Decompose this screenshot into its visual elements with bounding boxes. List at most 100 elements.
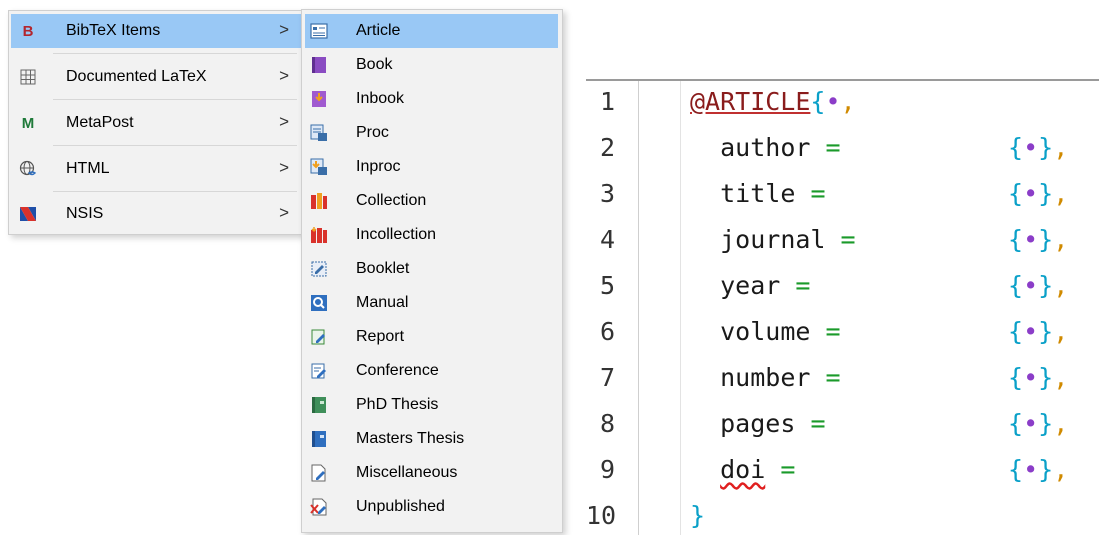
fold-margin-divider [680,81,681,535]
inbook-icon [312,91,326,107]
line-number: 4 [600,225,616,254]
line-number: 7 [600,363,616,392]
chevron-right-icon: > [279,20,289,39]
submenu-item-label: Collection [356,192,427,209]
miscellaneous-icon [311,464,326,482]
field-name: doi [720,455,766,484]
submenu-item-conference[interactable]: Conference [305,354,558,388]
menu-separator [53,53,297,54]
menu-item-label: BibTeX Items [66,22,161,39]
conference-icon [311,363,326,379]
code-line-7[interactable]: number = [690,363,840,392]
submenu-item-label: Booklet [356,260,410,277]
field-value[interactable]: {•}, [1008,409,1068,438]
bibtex-b-icon: B [22,22,34,40]
submenu-item-miscellaneous[interactable]: Miscellaneous [305,456,558,490]
chevron-right-icon: > [279,112,289,131]
nsis-icon [19,205,37,223]
submenu-item-unpublished[interactable]: Unpublished [305,490,558,524]
menu-item-html[interactable]: HTML > [11,152,301,186]
booklet-icon [311,261,327,277]
submenu-item-manual[interactable]: Manual [305,286,558,320]
field-name: volume [720,317,811,346]
field-value[interactable]: {•}, [1008,363,1068,392]
menu-item-label: NSIS [66,205,104,222]
code-line-8[interactable]: pages = [690,409,825,438]
metapost-m-icon: M [21,114,35,132]
bibtex-items-submenu: Article Book Inbook Proc Inproc Collecti… [301,9,563,533]
submenu-item-label: Conference [356,362,439,379]
collection-icon [311,193,327,209]
menu-item-documented-latex[interactable]: Documented LaTeX > [11,60,301,94]
book-icon [312,57,326,73]
field-value[interactable]: {•}, [1008,271,1068,300]
article-icon [310,23,328,39]
field-name: author [720,133,811,162]
submenu-item-collection[interactable]: Collection [305,184,558,218]
menu-item-label: HTML [66,160,110,177]
field-name: year [720,271,781,300]
field-name: title [720,179,796,208]
code-line-9[interactable]: doi = [690,455,795,484]
line-number: 3 [600,179,616,208]
chevron-right-icon: > [279,66,289,85]
submenu-item-proc[interactable]: Proc [305,116,558,150]
manual-icon [311,295,327,311]
menu-separator [53,191,297,192]
code-line-1[interactable]: @ARTICLE{•, [690,87,856,116]
submenu-item-label: Manual [356,294,409,311]
menu-item-nsis[interactable]: NSIS > [11,197,301,231]
submenu-item-label: Book [356,56,393,73]
code-line-10[interactable]: } [690,501,705,530]
grid-icon [19,68,37,86]
submenu-item-phd-thesis[interactable]: PhD Thesis [305,388,558,422]
placeholder: • [825,87,841,116]
menu-item-label: MetaPost [66,114,134,131]
submenu-item-label: Miscellaneous [356,464,458,481]
submenu-item-report[interactable]: Report [305,320,558,354]
code-line-2[interactable]: author = [690,133,840,162]
inproc-icon [310,158,327,175]
field-name: number [720,363,811,392]
code-line-3[interactable]: title = [690,179,825,208]
report-icon [311,329,325,345]
submenu-item-incollection[interactable]: Incollection [305,218,558,252]
field-value[interactable]: {•}, [1008,133,1068,162]
incollection-icon [311,227,327,243]
submenu-item-inproc[interactable]: Inproc [305,150,558,184]
submenu-item-label: Inproc [356,158,401,175]
submenu-item-inbook[interactable]: Inbook [305,82,558,116]
globe-icon [19,160,37,178]
menu-item-metapost[interactable]: M MetaPost > [11,106,301,140]
menu-separator [53,99,297,100]
field-value[interactable]: {•}, [1008,455,1068,484]
field-value[interactable]: {•}, [1008,317,1068,346]
code-line-5[interactable]: year = [690,271,810,300]
phd-thesis-icon [312,397,326,413]
submenu-item-label: PhD Thesis [356,396,439,413]
line-number: 9 [600,455,616,484]
submenu-item-label: Report [356,328,405,345]
submenu-item-masters-thesis[interactable]: Masters Thesis [305,422,558,456]
field-name: pages [720,409,796,438]
submenu-item-label: Unpublished [356,498,445,515]
line-number: 5 [600,271,616,300]
menu-item-bibtex-items[interactable]: B BibTeX Items > [11,14,301,48]
line-number: 10 [586,501,617,530]
menu-separator [53,145,297,146]
unpublished-icon [310,498,327,516]
line-number: 2 [600,133,616,162]
line-number: 6 [600,317,616,346]
code-line-6[interactable]: volume = [690,317,840,346]
submenu-item-booklet[interactable]: Booklet [305,252,558,286]
submenu-item-article[interactable]: Article [305,14,558,48]
masters-thesis-icon [312,431,326,447]
field-value[interactable]: {•}, [1008,179,1068,208]
code-line-4[interactable]: journal = [690,225,855,254]
line-number: 8 [600,409,616,438]
proc-icon [310,124,327,141]
submenu-item-book[interactable]: Book [305,48,558,82]
code-editor[interactable]: 1 @ARTICLE{•, 2 author = {•}, 3 title = … [586,81,1099,535]
menu-item-label: Documented LaTeX [66,68,207,85]
field-value[interactable]: {•}, [1008,225,1068,254]
